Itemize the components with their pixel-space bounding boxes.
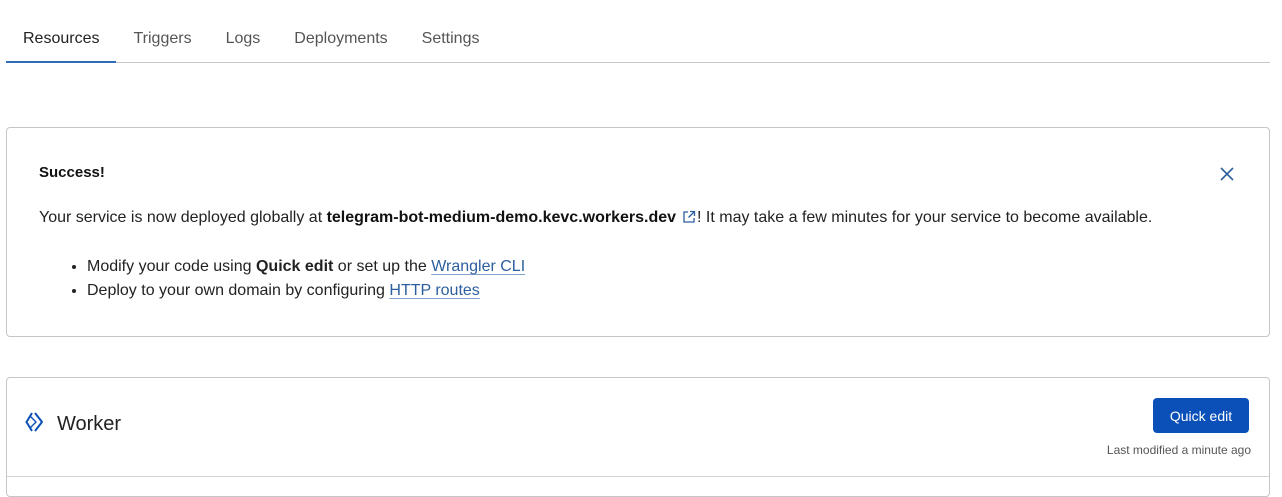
- deploy-message: Your service is now deployed globally at…: [39, 209, 1237, 229]
- worker-card: Worker Quick edit Last modified a minute…: [6, 377, 1270, 497]
- worker-title: Worker: [57, 413, 122, 435]
- list-item: Deploy to your own domain by configuring…: [87, 279, 1237, 303]
- quick-edit-bold: Quick edit: [255, 258, 334, 275]
- deployed-domain[interactable]: telegram-bot-medium-demo.kevc.workers.de…: [327, 209, 676, 226]
- success-banner: Success! Your service is now deployed gl…: [6, 127, 1270, 337]
- last-modified-text: Last modified a minute ago: [1106, 443, 1251, 457]
- tab-triggers[interactable]: Triggers: [116, 0, 208, 62]
- bullet-text: Modify your code using: [87, 258, 256, 275]
- worker-logo-icon: [25, 412, 47, 437]
- bullet-text: or set up the: [333, 258, 432, 275]
- close-icon[interactable]: [1217, 164, 1237, 184]
- worker-header: Worker: [25, 412, 121, 437]
- tab-settings[interactable]: Settings: [405, 0, 497, 62]
- quick-edit-button[interactable]: Quick edit: [1153, 398, 1249, 433]
- external-link-icon[interactable]: [682, 210, 696, 229]
- list-item: Modify your code using Quick edit or set…: [87, 255, 1237, 279]
- tab-bar: Resources Triggers Logs Deployments Sett…: [6, 0, 1270, 63]
- http-routes-link[interactable]: HTTP routes: [389, 282, 479, 299]
- bullet-text: Deploy to your own domain by configuring: [87, 282, 390, 299]
- wrangler-cli-link[interactable]: Wrangler CLI: [431, 258, 525, 275]
- success-title: Success!: [39, 164, 105, 181]
- message-prefix: Your service is now deployed globally at: [39, 209, 327, 226]
- tab-deployments[interactable]: Deployments: [277, 0, 404, 62]
- message-suffix: ! It may take a few minutes for your ser…: [697, 209, 1153, 226]
- tab-logs[interactable]: Logs: [209, 0, 278, 62]
- next-steps-list: Modify your code using Quick edit or set…: [87, 255, 1237, 303]
- divider: [7, 476, 1269, 477]
- tab-resources[interactable]: Resources: [6, 0, 117, 63]
